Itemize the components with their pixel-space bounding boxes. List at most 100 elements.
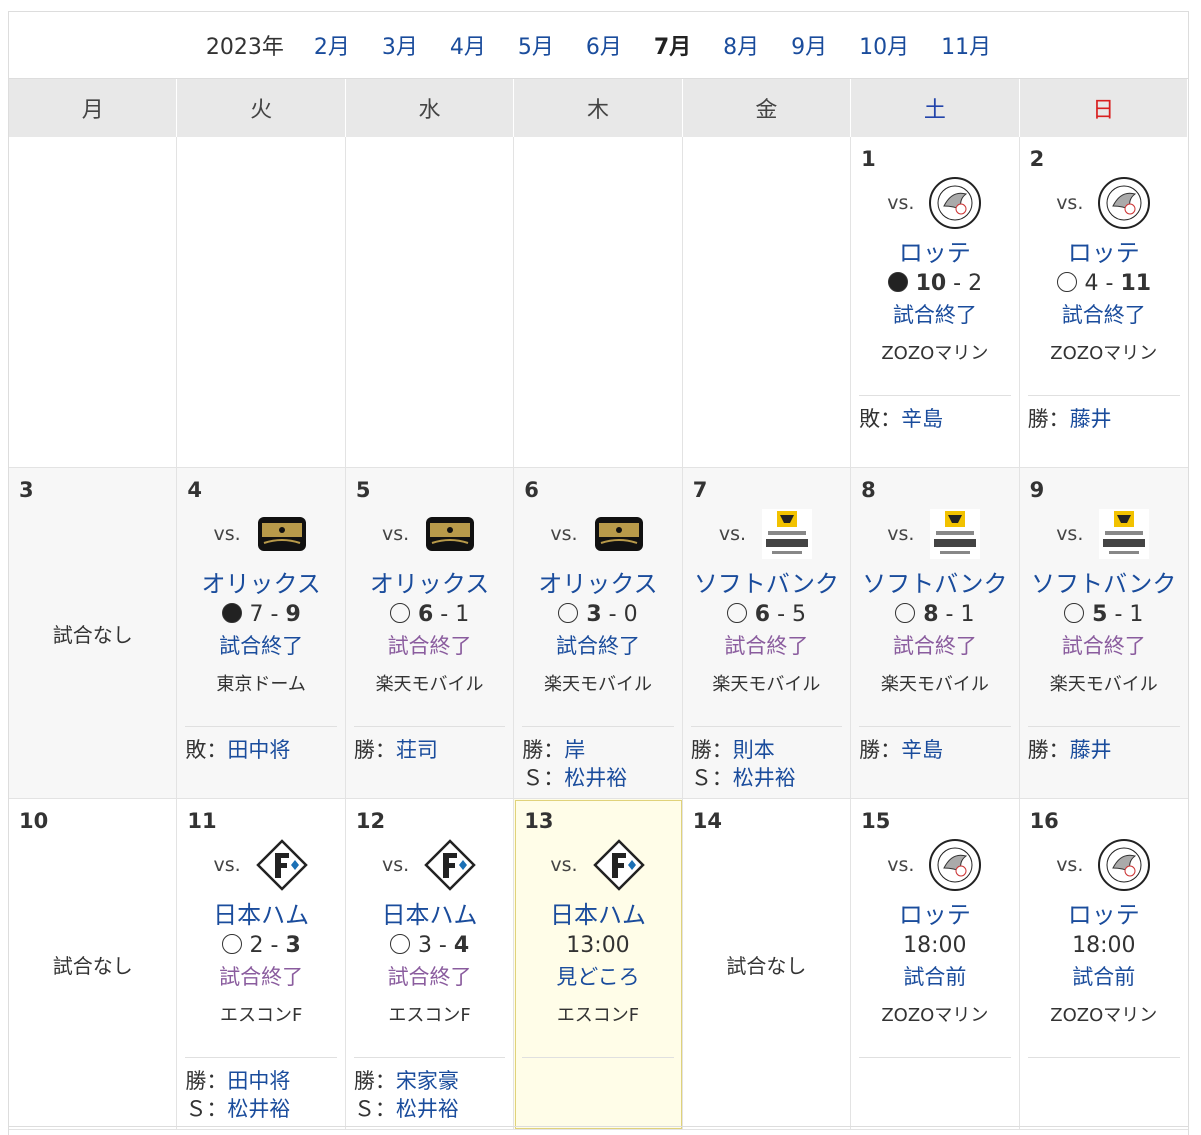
calendar-day-cell[interactable]: 2 vs. ロッテ 4 - 11 試合終了 ZOZOマリン 勝：藤井 (1019, 137, 1188, 468)
game-status-link[interactable]: 試合終了 (851, 630, 1018, 660)
vs-label: vs. (1056, 854, 1084, 876)
opponent-link[interactable]: オリックス (514, 564, 681, 599)
calendar-day-cell (682, 137, 852, 468)
month-link[interactable]: 2月 (314, 29, 350, 61)
pitcher-name-link[interactable]: 松井裕 (564, 766, 627, 790)
venue-label: 楽天モバイル (375, 674, 484, 695)
matchup-row: vs. (514, 506, 681, 562)
calendar-day-cell[interactable]: 13 vs. 日本ハム 13:00 見どころ エスコンF (514, 799, 683, 1130)
hawks-logo-icon (930, 509, 981, 559)
pitcher-name-link[interactable]: 岸 (564, 738, 585, 762)
game-status-link[interactable]: 試合前 (1020, 961, 1188, 991)
opponent-link[interactable]: 日本ハム (346, 895, 513, 930)
game-status-link[interactable]: 試合終了 (683, 630, 850, 660)
month-link[interactable]: 5月 (518, 29, 554, 61)
calendar-day-cell[interactable]: 11 vs. 日本ハム 2 - 3 試合終了 エスコンF 勝：田中将 Ｓ：松井裕 (177, 799, 346, 1130)
game-status-link[interactable]: 試合終了 (1020, 630, 1188, 660)
game-status-link[interactable]: 試合終了 (177, 630, 344, 660)
weekday-label: 金 (683, 79, 852, 137)
game-score: 4 - 11 (1020, 271, 1188, 296)
game-status-link[interactable]: 試合終了 (851, 299, 1018, 329)
calendar-day-cell (9, 137, 178, 468)
score-home: 5 (1092, 602, 1108, 627)
opponent-link[interactable]: ソフトバンク (683, 564, 850, 599)
month-link[interactable]: 4月 (450, 29, 486, 61)
pitcher-role-label: Ｓ： (185, 1097, 228, 1121)
calendar-day-cell[interactable]: 9 vs. ソフトバンク 5 - 1 試合終了 楽天モバイル 勝：藤井 (1019, 468, 1188, 799)
pitcher-name-link[interactable]: 松井裕 (733, 766, 796, 790)
marines-logo-icon (1098, 177, 1151, 229)
pitcher-name-link[interactable]: 辛島 (901, 407, 943, 431)
no-game-label: 試合なし (52, 622, 133, 647)
game-score: 3 - 0 (514, 602, 681, 627)
game-status-link[interactable]: 試合終了 (177, 961, 344, 991)
calendar-day-cell[interactable]: 5 vs. オリックス 6 - 1 試合終了 楽天モバイル 勝：荘司 (345, 468, 515, 799)
game-status-link[interactable]: 試合前 (851, 961, 1018, 991)
venue-label: 楽天モバイル (712, 674, 821, 695)
calendar-day-cell[interactable]: 1 vs. ロッテ 10 - 2 試合終了 ZOZOマリン 敗：辛島 (851, 137, 1020, 468)
month-link[interactable]: 8月 (723, 29, 759, 61)
score-separator: - (601, 602, 624, 627)
opponent-link[interactable]: ロッテ (851, 233, 1018, 268)
calendar-day-cell[interactable]: 12 vs. 日本ハム 3 - 4 試合終了 エスコンF 勝：宋家豪 Ｓ：松井裕 (345, 799, 515, 1130)
matchup-row: vs. (1020, 837, 1188, 893)
pitcher-role-label: Ｓ： (353, 1097, 396, 1121)
opponent-link[interactable]: 日本ハム (514, 895, 681, 930)
game-score: 6 - 5 (683, 602, 850, 627)
game-status-link[interactable]: 試合終了 (346, 630, 513, 660)
opponent-link[interactable]: ロッテ (1020, 895, 1188, 930)
calendar-day-cell[interactable]: 7 vs. ソフトバンク 6 - 5 試合終了 楽天モバイル 勝：則本 Ｓ：松井裕 (682, 468, 852, 799)
opponent-link[interactable]: オリックス (177, 564, 344, 599)
game-status-link[interactable]: 見どころ (514, 961, 681, 991)
month-link[interactable]: 3月 (382, 29, 418, 61)
opponent-link[interactable]: オリックス (346, 564, 513, 599)
pitcher-name-link[interactable]: 藤井 (1070, 407, 1112, 431)
game-status-link[interactable]: 試合終了 (514, 630, 681, 660)
calendar-day-cell[interactable]: 15 vs. ロッテ 18:00 試合前 ZOZOマリン (851, 799, 1020, 1130)
calendar-day-cell[interactable]: 8 vs. ソフトバンク 8 - 1 試合終了 楽天モバイル 勝：辛島 (851, 468, 1020, 799)
month-link[interactable]: 6月 (586, 29, 622, 61)
matchup-row: vs. (177, 506, 344, 562)
pitcher-divider (1027, 726, 1180, 727)
score-separator: - (1107, 602, 1130, 627)
pitcher-divider (522, 1057, 674, 1058)
pitcher-line: 勝：藤井 (1028, 734, 1112, 764)
month-link[interactable]: 11月 (941, 29, 991, 61)
pitcher-name-link[interactable]: 藤井 (1070, 738, 1112, 762)
pitcher-divider (185, 726, 337, 727)
day-number: 5 (355, 478, 371, 502)
opponent-link[interactable]: 日本ハム (177, 895, 344, 930)
vs-label: vs. (381, 523, 410, 545)
fighters-logo-icon (424, 839, 476, 891)
weekday-label: 土 (851, 79, 1020, 137)
score-away: 9 (285, 602, 301, 627)
pitcher-name-link[interactable]: 田中将 (227, 1069, 290, 1093)
pitcher-divider (690, 726, 843, 727)
score-away: 5 (792, 602, 807, 627)
pitcher-name-link[interactable]: 辛島 (901, 738, 943, 762)
opponent-link[interactable]: ロッテ (1020, 233, 1188, 268)
weekday-label: 火 (177, 79, 346, 137)
game-status-link[interactable]: 試合終了 (346, 961, 513, 991)
calendar-day-cell[interactable]: 16 vs. ロッテ 18:00 試合前 ZOZOマリン (1019, 799, 1188, 1130)
pitcher-name-link[interactable]: 松井裕 (396, 1097, 459, 1121)
pitcher-name-link[interactable]: 宋家豪 (396, 1069, 459, 1093)
month-link[interactable]: 10月 (859, 29, 909, 61)
pitcher-line: 勝：藤井 (1028, 403, 1112, 433)
pitcher-divider (353, 1057, 506, 1058)
game-status-link[interactable]: 試合終了 (1020, 299, 1188, 329)
calendar-day-cell[interactable]: 6 vs. オリックス 3 - 0 試合終了 楽天モバイル 勝：岸 Ｓ：松井裕 (514, 468, 683, 799)
score-away: 1 (960, 602, 975, 627)
pitcher-name-link[interactable]: 荘司 (396, 738, 438, 762)
opponent-link[interactable]: ソフトバンク (851, 564, 1018, 599)
pitcher-name-link[interactable]: 松井裕 (227, 1097, 290, 1121)
opponent-link[interactable]: ロッテ (851, 895, 1018, 930)
pitcher-name-link[interactable]: 則本 (733, 738, 775, 762)
opponent-link[interactable]: ソフトバンク (1020, 564, 1188, 599)
pitcher-line: 敗：辛島 (859, 403, 943, 433)
calendar-day-cell[interactable]: 4 vs. オリックス 7 - 9 試合終了 東京ドーム 敗：田中将 (177, 468, 346, 799)
pitcher-name-link[interactable]: 田中将 (227, 738, 290, 762)
buffaloes-logo-icon (594, 517, 643, 551)
month-link[interactable]: 9月 (791, 29, 827, 61)
day-number: 13 (524, 809, 554, 833)
